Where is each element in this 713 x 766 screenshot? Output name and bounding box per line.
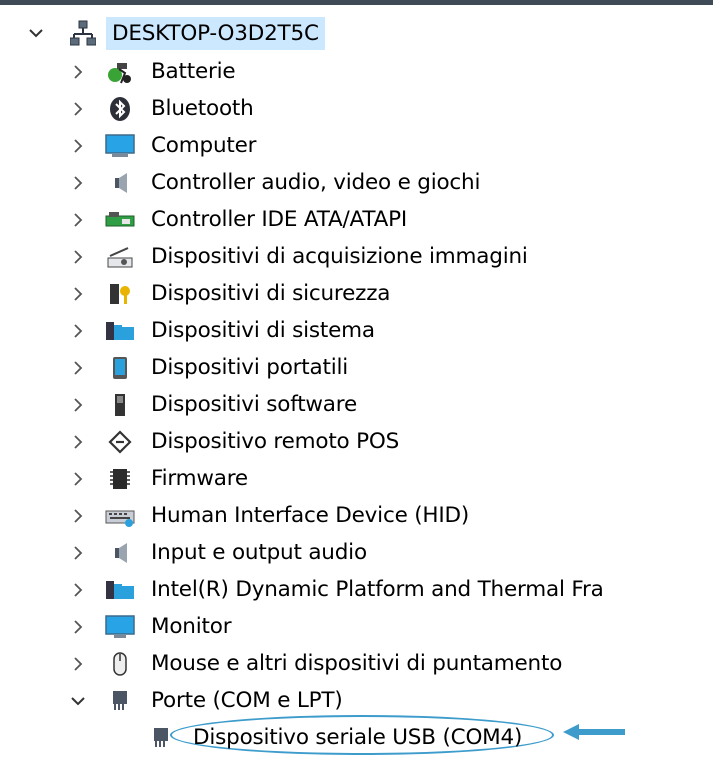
- software-device-icon: [103, 390, 137, 420]
- tree-item-label: Dispositivi portatili: [151, 355, 349, 380]
- chevron-right-icon[interactable]: [70, 619, 86, 635]
- system-folder-icon: [103, 575, 137, 605]
- keyboard-icon: [103, 501, 137, 531]
- ide-controller-icon: [103, 205, 137, 235]
- tree-item-label: Dispositivi di sistema: [151, 318, 375, 343]
- mouse-icon: [103, 649, 137, 679]
- chevron-right-icon[interactable]: [70, 360, 86, 376]
- chevron-right-icon[interactable]: [70, 471, 86, 487]
- tree-item-sicurezza[interactable]: Dispositivi di sicurezza: [0, 275, 713, 312]
- chevron-right-icon[interactable]: [70, 175, 86, 191]
- chevron-right-icon[interactable]: [70, 582, 86, 598]
- tree-item-label: Dispositivi software: [151, 392, 357, 417]
- portable-device-icon: [103, 353, 137, 383]
- tree-item-label: Batterie: [151, 59, 236, 84]
- tree-item-sistema[interactable]: Dispositivi di sistema: [0, 312, 713, 349]
- tree-item-label: Mouse e altri dispositivi di puntamento: [151, 651, 563, 676]
- system-folder-icon: [103, 316, 137, 346]
- tree-item-label: Controller audio, video e giochi: [151, 170, 481, 195]
- chevron-right-icon[interactable]: [70, 508, 86, 524]
- speaker-icon: [103, 538, 137, 568]
- tree-item-label: Dispositivo remoto POS: [151, 429, 400, 454]
- chip-icon: [103, 464, 137, 494]
- tree-item-controller-ide[interactable]: Controller IDE ATA/ATAPI: [0, 201, 713, 238]
- chevron-right-icon[interactable]: [70, 101, 86, 117]
- tree-item-intel[interactable]: Intel(R) Dynamic Platform and Thermal Fr…: [0, 571, 713, 608]
- tree-root-node[interactable]: DESKTOP-O3D2T5C: [0, 13, 713, 53]
- bluetooth-icon: [103, 94, 137, 124]
- chevron-right-icon[interactable]: [70, 249, 86, 265]
- chevron-right-icon[interactable]: [70, 138, 86, 154]
- chevron-right-icon[interactable]: [70, 64, 86, 80]
- chevron-right-icon[interactable]: [70, 397, 86, 413]
- tree-item-pos[interactable]: Dispositivo remoto POS: [0, 423, 713, 460]
- chevron-down-icon[interactable]: [70, 693, 86, 709]
- tree-item-label: Intel(R) Dynamic Platform and Thermal Fr…: [151, 577, 604, 602]
- usb-serial-port-icon: [144, 723, 178, 753]
- chevron-right-icon[interactable]: [70, 545, 86, 561]
- monitor-icon: [103, 612, 137, 642]
- tree-item-hid[interactable]: Human Interface Device (HID): [0, 497, 713, 534]
- speaker-icon: [103, 168, 137, 198]
- tree-item-firmware[interactable]: Firmware: [0, 460, 713, 497]
- tree-item-monitor[interactable]: Monitor: [0, 608, 713, 645]
- tree-item-label: Firmware: [151, 466, 248, 491]
- pos-icon: [103, 427, 137, 457]
- chevron-right-icon[interactable]: [70, 434, 86, 450]
- tree-item-label: Porte (COM e LPT): [151, 688, 343, 713]
- chevron-right-icon[interactable]: [70, 212, 86, 228]
- tree-item-porte[interactable]: Porte (COM e LPT): [0, 682, 713, 719]
- network-computer-icon: [66, 18, 100, 48]
- tree-item-label: Human Interface Device (HID): [151, 503, 470, 528]
- tree-item-software[interactable]: Dispositivi software: [0, 386, 713, 423]
- device-tree: DESKTOP-O3D2T5C Batterie Bluetooth Compute…: [0, 13, 713, 756]
- chevron-right-icon[interactable]: [70, 286, 86, 302]
- tree-item-label: Monitor: [151, 614, 232, 639]
- scanner-icon: [103, 242, 137, 272]
- window-top-border: [0, 0, 713, 5]
- tree-item-batterie[interactable]: Batterie: [0, 53, 713, 90]
- chevron-right-icon[interactable]: [70, 323, 86, 339]
- device-manager-tree-view: DESKTOP-O3D2T5C Batterie Bluetooth Compute…: [0, 0, 713, 766]
- tree-item-mouse[interactable]: Mouse e altri dispositivi di puntamento: [0, 645, 713, 682]
- tree-root-label: DESKTOP-O3D2T5C: [106, 16, 325, 50]
- computer-icon: [103, 131, 137, 161]
- tree-item-controller-audio[interactable]: Controller audio, video e giochi: [0, 164, 713, 201]
- tree-item-label: Bluetooth: [151, 96, 254, 121]
- tree-item-usb-serial-device[interactable]: Dispositivo seriale USB (COM4): [0, 715, 713, 756]
- security-key-icon: [103, 279, 137, 309]
- tree-item-label: Input e output audio: [151, 540, 367, 565]
- tree-item-label: Dispositivi di acquisizione immagini: [151, 244, 528, 269]
- tree-item-label: Computer: [151, 133, 257, 158]
- tree-item-label: Dispositivi di sicurezza: [151, 281, 391, 306]
- tree-item-label: Dispositivo seriale USB (COM4): [193, 725, 523, 750]
- tree-item-input-output-audio[interactable]: Input e output audio: [0, 534, 713, 571]
- tree-item-acquisizione[interactable]: Dispositivi di acquisizione immagini: [0, 238, 713, 275]
- tree-item-label: Controller IDE ATA/ATAPI: [151, 207, 408, 232]
- chevron-right-icon[interactable]: [70, 656, 86, 672]
- port-icon: [103, 686, 137, 716]
- chevron-down-icon[interactable]: [28, 25, 44, 41]
- battery-icon: [103, 57, 137, 87]
- tree-item-computer[interactable]: Computer: [0, 127, 713, 164]
- tree-item-portatili[interactable]: Dispositivi portatili: [0, 349, 713, 386]
- annotation-arrow-icon: [563, 723, 625, 741]
- tree-item-bluetooth[interactable]: Bluetooth: [0, 90, 713, 127]
